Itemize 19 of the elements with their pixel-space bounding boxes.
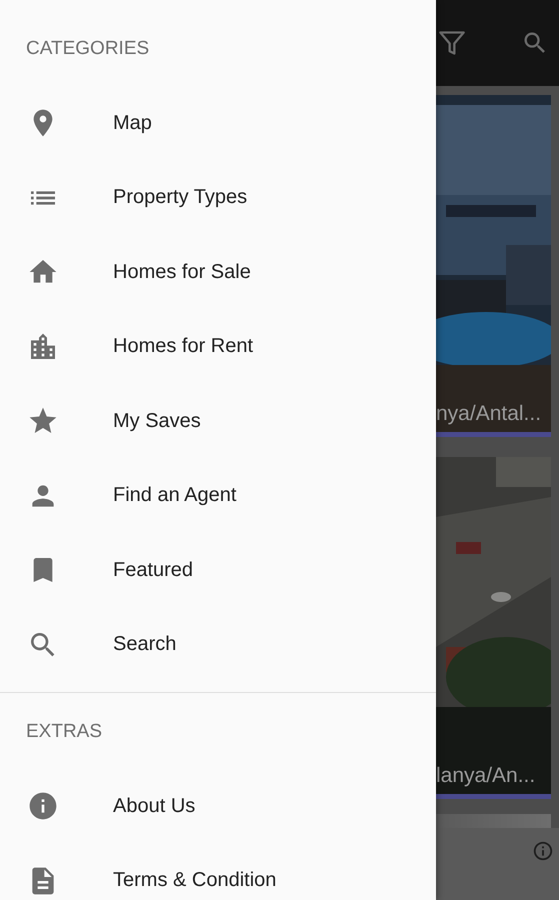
listing-card[interactable]: nya/Antal... bbox=[436, 95, 551, 437]
menu-item[interactable]: Map bbox=[0, 86, 436, 160]
info-icon[interactable] bbox=[532, 840, 554, 862]
section-header: EXTRAS bbox=[25, 720, 104, 744]
menu-item[interactable]: Homes for Sale bbox=[0, 235, 436, 310]
listing-title: lanya/An... bbox=[436, 764, 536, 788]
menu-item[interactable]: Homes for Rent bbox=[0, 310, 436, 384]
menu-item[interactable]: Search bbox=[0, 608, 436, 682]
menu-item[interactable]: Terms & Condition bbox=[0, 844, 436, 900]
listing-card[interactable]: lanya/An... bbox=[436, 457, 551, 799]
menu-item[interactable]: My Saves bbox=[0, 384, 436, 458]
filter-icon[interactable] bbox=[438, 29, 466, 57]
menu-item[interactable]: About Us bbox=[0, 769, 436, 844]
listing-title: nya/Antal... bbox=[436, 402, 542, 426]
section-header: CATEGORIES bbox=[25, 37, 150, 61]
menu-item[interactable]: Find an Agent bbox=[0, 458, 436, 533]
menu-item[interactable]: Featured bbox=[0, 533, 436, 608]
menu-item[interactable]: Property Types bbox=[0, 160, 436, 235]
info-icon bbox=[27, 790, 59, 822]
